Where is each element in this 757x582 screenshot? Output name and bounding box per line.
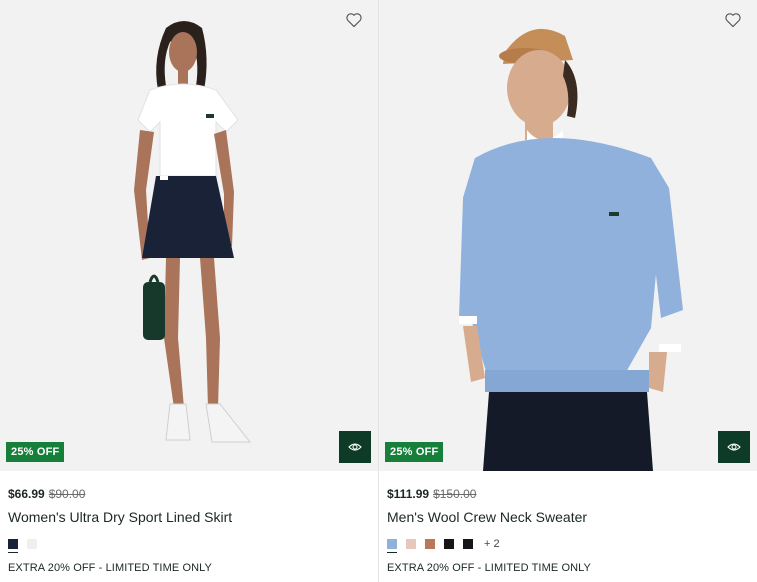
color-swatch-black-2[interactable] — [463, 539, 473, 549]
price-row: $66.99 $90.00 — [8, 487, 370, 501]
product-card[interactable]: 25% OFF $111.99 $150.00 Men's Wool Crew … — [378, 0, 757, 582]
wishlist-button[interactable] — [723, 10, 743, 30]
sale-price: $111.99 — [387, 487, 430, 501]
color-swatch-light-blue[interactable] — [387, 539, 397, 553]
promo-text: EXTRA 20% OFF - LIMITED TIME ONLY — [8, 562, 212, 574]
product-card[interactable]: 25% OFF $66.99 $90.00 Women's Ultra Dry … — [0, 0, 378, 582]
product-name[interactable]: Women's Ultra Dry Sport Lined Skirt — [8, 509, 370, 525]
color-swatch-pink[interactable] — [406, 539, 416, 549]
color-swatches — [8, 536, 370, 553]
quick-view-button[interactable] — [339, 431, 371, 463]
color-swatch-black[interactable] — [444, 539, 454, 549]
discount-badge: 25% OFF — [6, 442, 65, 462]
heart-outline-icon — [346, 13, 362, 28]
eye-icon — [348, 443, 362, 451]
product-image[interactable]: 25% OFF — [0, 0, 378, 471]
wishlist-button[interactable] — [344, 10, 364, 30]
color-swatches: + 2 — [387, 536, 749, 553]
product-grid: 25% OFF $66.99 $90.00 Women's Ultra Dry … — [0, 0, 757, 582]
discount-badge: 25% OFF — [385, 442, 444, 462]
product-image[interactable]: 25% OFF — [379, 0, 757, 471]
promo-text: EXTRA 20% OFF - LIMITED TIME ONLY — [387, 562, 591, 574]
color-swatch-white[interactable] — [27, 539, 37, 549]
price-row: $111.99 $150.00 — [387, 487, 749, 501]
product-name[interactable]: Men's Wool Crew Neck Sweater — [387, 509, 749, 525]
original-price: $90.00 — [48, 487, 86, 501]
color-swatch-navy[interactable] — [8, 539, 18, 553]
quick-view-button[interactable] — [718, 431, 750, 463]
product-info: $66.99 $90.00 Women's Ultra Dry Sport Li… — [0, 471, 378, 574]
product-info: $111.99 $150.00 Men's Wool Crew Neck Swe… — [379, 471, 757, 574]
sale-price: $66.99 — [8, 487, 45, 501]
model-photo-sweater — [459, 28, 683, 471]
more-colors-count[interactable]: + 2 — [484, 538, 500, 550]
color-swatch-brown[interactable] — [425, 539, 435, 549]
model-photo-skirt — [134, 21, 252, 443]
heart-outline-icon — [725, 13, 741, 28]
original-price: $150.00 — [433, 487, 477, 501]
eye-icon — [727, 443, 741, 451]
